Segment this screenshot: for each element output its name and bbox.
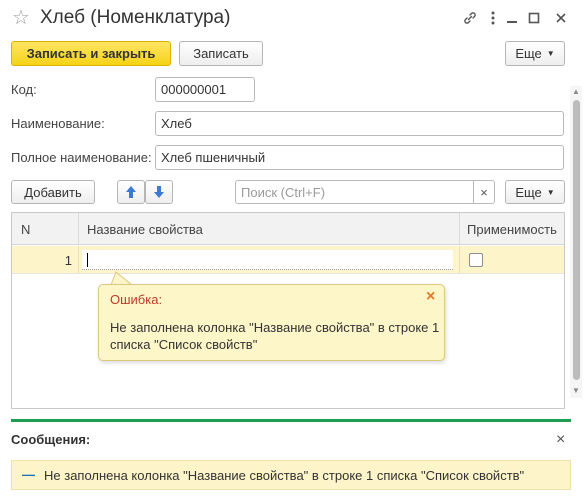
window-title: Хлеб (Номенклатура)	[40, 7, 231, 28]
dropdown-arrow-icon: ▼	[546, 187, 555, 197]
error-title: Ошибка:	[110, 292, 163, 307]
property-name-edit-field[interactable]	[82, 250, 453, 270]
code-label: Код:	[11, 82, 37, 97]
link-icon[interactable]	[461, 9, 479, 27]
save-and-close-button[interactable]: Записать и закрыть	[11, 41, 171, 66]
arrow-down-icon	[154, 186, 164, 198]
table-row[interactable]: 1	[12, 246, 564, 274]
scrollbar-thumb[interactable]	[573, 100, 580, 380]
row-number-cell: 1	[64, 252, 72, 268]
more-button-label: Еще	[515, 46, 542, 61]
column-header-property-name[interactable]: Название свойства	[78, 213, 459, 245]
error-text-line1: Не заполнена колонка "Название свойства"…	[110, 320, 440, 335]
table-more-label: Еще	[515, 184, 542, 200]
error-tooltip: Ошибка: × Не заполнена колонка "Название…	[98, 284, 445, 361]
name-field[interactable]: Хлеб	[155, 111, 564, 136]
arrow-up-icon	[126, 186, 136, 198]
name-label: Наименование:	[11, 116, 105, 131]
more-icon[interactable]	[484, 9, 502, 27]
table-header: N Название свойства Применимость	[12, 213, 564, 245]
message-item[interactable]: — Не заполнена колонка "Название свойств…	[11, 460, 571, 490]
code-field[interactable]: 000000001	[155, 77, 255, 102]
more-button[interactable]: Еще ▼	[505, 41, 565, 66]
favorite-star-icon[interactable]: ☆	[12, 7, 30, 29]
search-clear-button[interactable]: ×	[473, 180, 495, 204]
scroll-up-icon[interactable]: ▲	[572, 87, 580, 96]
search-input[interactable]: Поиск (Ctrl+F)	[235, 180, 474, 204]
fullname-field[interactable]: Хлеб пшеничный	[155, 145, 564, 170]
error-text-line2: списка "Список свойств"	[110, 337, 258, 352]
text-cursor	[87, 253, 88, 267]
maximize-icon[interactable]	[525, 9, 543, 27]
move-down-button[interactable]	[145, 180, 173, 204]
column-header-n[interactable]: N	[12, 213, 78, 245]
scroll-down-icon[interactable]: ▼	[572, 386, 580, 395]
add-button[interactable]: Добавить	[11, 180, 95, 204]
close-icon[interactable]	[552, 9, 570, 27]
save-button[interactable]: Записать	[179, 41, 263, 66]
dropdown-arrow-icon: ▼	[546, 49, 555, 58]
message-text: Не заполнена колонка "Название свойства"…	[44, 468, 525, 483]
messages-title: Сообщения:	[11, 432, 91, 447]
messages-separator	[11, 419, 571, 422]
move-up-button[interactable]	[117, 180, 145, 204]
messages-close-icon[interactable]: ×	[556, 431, 565, 449]
applicability-checkbox[interactable]	[469, 253, 483, 267]
tooltip-close-icon[interactable]: ×	[426, 288, 435, 306]
fullname-label: Полное наименование:	[11, 150, 152, 165]
minimize-icon[interactable]	[503, 9, 521, 27]
table-more-button[interactable]: Еще ▼	[505, 180, 565, 204]
message-bullet-icon: —	[22, 467, 35, 482]
column-header-applicability[interactable]: Применимость	[459, 213, 564, 245]
search-placeholder: Поиск (Ctrl+F)	[241, 184, 326, 200]
